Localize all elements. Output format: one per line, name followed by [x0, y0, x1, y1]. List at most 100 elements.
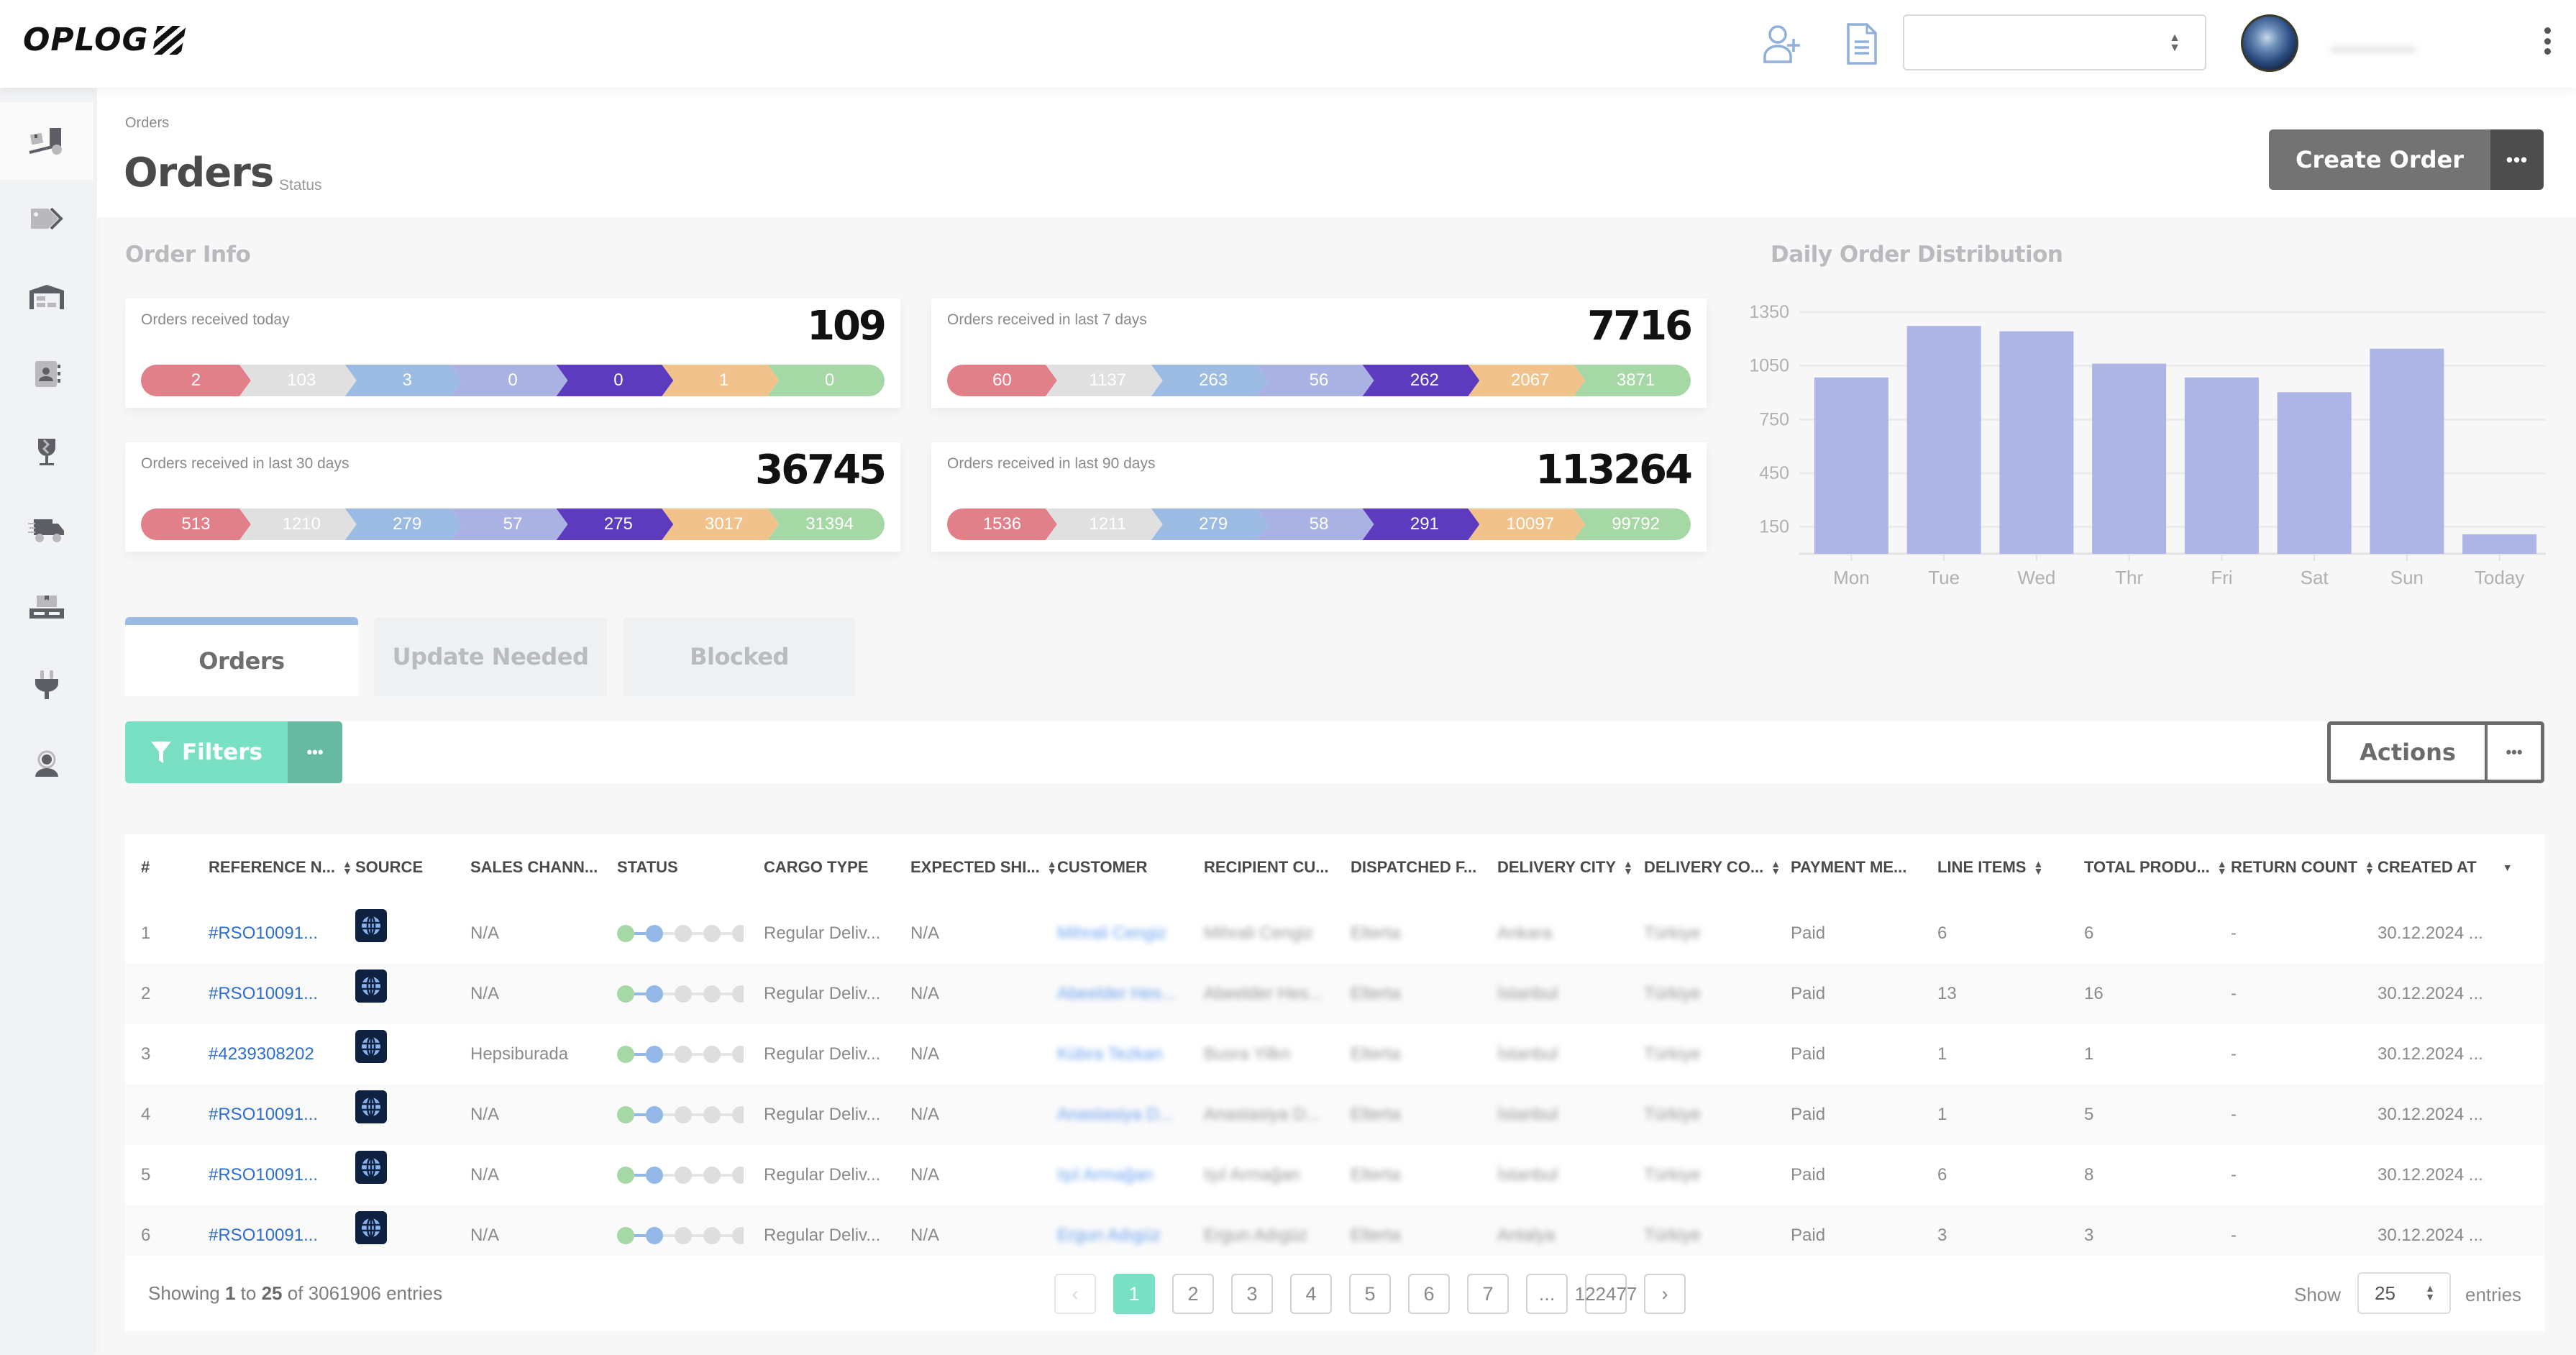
- pipeline-stage[interactable]: 263: [1151, 365, 1269, 396]
- sort-icon[interactable]: ▲ ▼: [1623, 859, 1633, 876]
- chart-bar[interactable]: [1999, 331, 2074, 554]
- pipeline-stage[interactable]: 513: [141, 508, 251, 540]
- document-icon[interactable]: [1845, 22, 1878, 66]
- column-header[interactable]: REFERENCE N... ▲ ▼: [209, 834, 352, 900]
- pipeline-stage[interactable]: 10097: [1468, 508, 1585, 540]
- table-row[interactable]: 2 #RSO10091... N/A Regular Deliv... N/A Abeel…: [125, 964, 2544, 1024]
- page-size-select[interactable]: 25 ▲ ▼: [2357, 1272, 2451, 1314]
- chart-bar[interactable]: [2092, 363, 2167, 554]
- sort-icon[interactable]: ▲ ▼: [2033, 859, 2043, 876]
- add-user-icon[interactable]: [1760, 22, 1805, 66]
- pipeline-stage[interactable]: 0: [451, 365, 568, 396]
- sort-icon[interactable]: ▲ ▼: [2217, 859, 2227, 876]
- customer-link[interactable]: Kübra Tezkan: [1057, 1044, 1162, 1064]
- column-header[interactable]: CREATED AT ▼: [2378, 834, 2513, 900]
- column-header[interactable]: DELIVERY CO... ▲ ▼: [1644, 834, 1781, 900]
- pipeline-stage[interactable]: 31394: [767, 508, 885, 540]
- avatar[interactable]: [2241, 14, 2298, 72]
- pipeline-stage[interactable]: 60: [947, 365, 1057, 396]
- customer-link[interactable]: Anastasiya D...: [1057, 1105, 1173, 1125]
- prev-page-button[interactable]: ‹: [1054, 1274, 1096, 1314]
- pipeline-stage[interactable]: 56: [1257, 365, 1374, 396]
- column-header[interactable]: LINE ITEMS ▲ ▼: [1937, 834, 2043, 900]
- table-row[interactable]: 4 #RSO10091... N/A Regular Deliv... N/A Anast…: [125, 1085, 2544, 1145]
- actions-more-button[interactable]: •••: [2488, 725, 2541, 780]
- tab-blocked[interactable]: Blocked: [623, 617, 856, 696]
- page-button[interactable]: 1: [1113, 1274, 1155, 1314]
- warehouse-select[interactable]: ▲ ▼: [1903, 14, 2206, 70]
- chart-bar[interactable]: [2184, 377, 2259, 554]
- reference-link[interactable]: #RSO10091...: [209, 903, 318, 964]
- reference-link[interactable]: #RSO10091...: [209, 1205, 318, 1255]
- page-button[interactable]: 4: [1290, 1274, 1332, 1314]
- pipeline-stage[interactable]: 0: [767, 365, 885, 396]
- next-page-button[interactable]: ›: [1644, 1274, 1686, 1314]
- pipeline-stage[interactable]: 291: [1362, 508, 1479, 540]
- pipeline-stage[interactable]: 1211: [1046, 508, 1163, 540]
- reference-link[interactable]: #RSO10091...: [209, 964, 318, 1024]
- kebab-menu-icon[interactable]: [2543, 27, 2552, 55]
- pipeline-stage[interactable]: 3: [345, 365, 462, 396]
- pipeline-stage[interactable]: 58: [1257, 508, 1374, 540]
- table-row[interactable]: 5 #RSO10091... N/A Regular Deliv... N/A Işıl …: [125, 1145, 2544, 1205]
- sort-icon[interactable]: ▲ ▼: [342, 859, 352, 876]
- page-button[interactable]: 3: [1231, 1274, 1273, 1314]
- page-button[interactable]: 2: [1172, 1274, 1214, 1314]
- customer-link[interactable]: Mihrali Cengiz: [1057, 923, 1166, 944]
- sidebar-item-support[interactable]: [0, 724, 93, 801]
- pipeline-stage[interactable]: 1536: [947, 508, 1057, 540]
- pipeline-stage[interactable]: 262: [1362, 365, 1479, 396]
- page-button[interactable]: 7: [1467, 1274, 1509, 1314]
- chart-bar[interactable]: [2370, 348, 2444, 554]
- chart-bar[interactable]: [1906, 326, 1981, 554]
- tab-orders[interactable]: Orders: [125, 617, 358, 696]
- column-header[interactable]: RETURN COUNT ▲ ▼: [2231, 834, 2375, 900]
- pipeline-stage[interactable]: 279: [1151, 508, 1269, 540]
- reference-link[interactable]: #RSO10091...: [209, 1145, 318, 1205]
- sidebar-item-shipments[interactable]: [0, 491, 93, 568]
- pipeline-stage[interactable]: 279: [345, 508, 462, 540]
- filters-button[interactable]: Filters: [125, 721, 288, 783]
- sort-desc-icon[interactable]: ▼: [2503, 862, 2513, 872]
- customer-link[interactable]: Abeelder Hes...: [1057, 984, 1176, 1004]
- create-order-button[interactable]: Create Order: [2269, 129, 2490, 190]
- pipeline-stage[interactable]: 2: [141, 365, 251, 396]
- sidebar-item-orders[interactable]: [0, 102, 93, 180]
- oplog-logo[interactable]: OPLOG: [23, 22, 186, 58]
- tab-update-needed[interactable]: Update Needed: [374, 617, 607, 696]
- column-header[interactable]: TOTAL PRODU... ▲ ▼: [2084, 834, 2227, 900]
- column-header[interactable]: DELIVERY CITY ▲ ▼: [1497, 834, 1633, 900]
- chart-bar[interactable]: [2462, 534, 2537, 554]
- sidebar-item-warehouse[interactable]: [0, 257, 93, 335]
- customer-link[interactable]: Ergun Adıgüz: [1057, 1226, 1161, 1246]
- column-header[interactable]: EXPECTED SHI... ▲ ▼: [910, 834, 1057, 900]
- reference-link[interactable]: #4239308202: [209, 1024, 314, 1085]
- chart-bar[interactable]: [1814, 377, 1888, 554]
- create-order-more-button[interactable]: •••: [2490, 129, 2544, 190]
- sidebar-item-products[interactable]: [0, 180, 93, 257]
- sort-icon[interactable]: ▲ ▼: [1047, 859, 1057, 876]
- sort-icon[interactable]: ▲ ▼: [2365, 859, 2375, 876]
- pipeline-stage[interactable]: 3871: [1574, 365, 1691, 396]
- page-button[interactable]: 5: [1349, 1274, 1391, 1314]
- pipeline-stage[interactable]: 1137: [1046, 365, 1163, 396]
- chart-bar[interactable]: [2277, 392, 2352, 554]
- pipeline-stage[interactable]: 103: [239, 365, 357, 396]
- pipeline-stage[interactable]: 1210: [239, 508, 357, 540]
- customer-link[interactable]: Işıl Armağan: [1057, 1165, 1153, 1185]
- pipeline-stage[interactable]: 57: [451, 508, 568, 540]
- table-row[interactable]: 3 #4239308202 Hepsiburada Regular Deliv... N…: [125, 1024, 2544, 1085]
- sort-icon[interactable]: ▲ ▼: [1771, 859, 1781, 876]
- sidebar-item-fragile[interactable]: [0, 413, 93, 491]
- reference-link[interactable]: #RSO10091...: [209, 1085, 318, 1145]
- pipeline-stage[interactable]: 99792: [1574, 508, 1691, 540]
- table-row[interactable]: 6 #RSO10091... N/A Regular Deliv... N/A Ergun…: [125, 1205, 2544, 1255]
- pipeline-stage[interactable]: 1: [662, 365, 779, 396]
- sidebar-item-inventory[interactable]: [0, 568, 93, 646]
- page-button[interactable]: 6: [1408, 1274, 1450, 1314]
- pipeline-stage[interactable]: 275: [556, 508, 673, 540]
- actions-button[interactable]: Actions: [2331, 725, 2488, 780]
- pipeline-stage[interactable]: 0: [556, 365, 673, 396]
- pipeline-stage[interactable]: 3017: [662, 508, 779, 540]
- table-row[interactable]: 1 #RSO10091... N/A Regular Deliv... N/A Mihra…: [125, 903, 2544, 964]
